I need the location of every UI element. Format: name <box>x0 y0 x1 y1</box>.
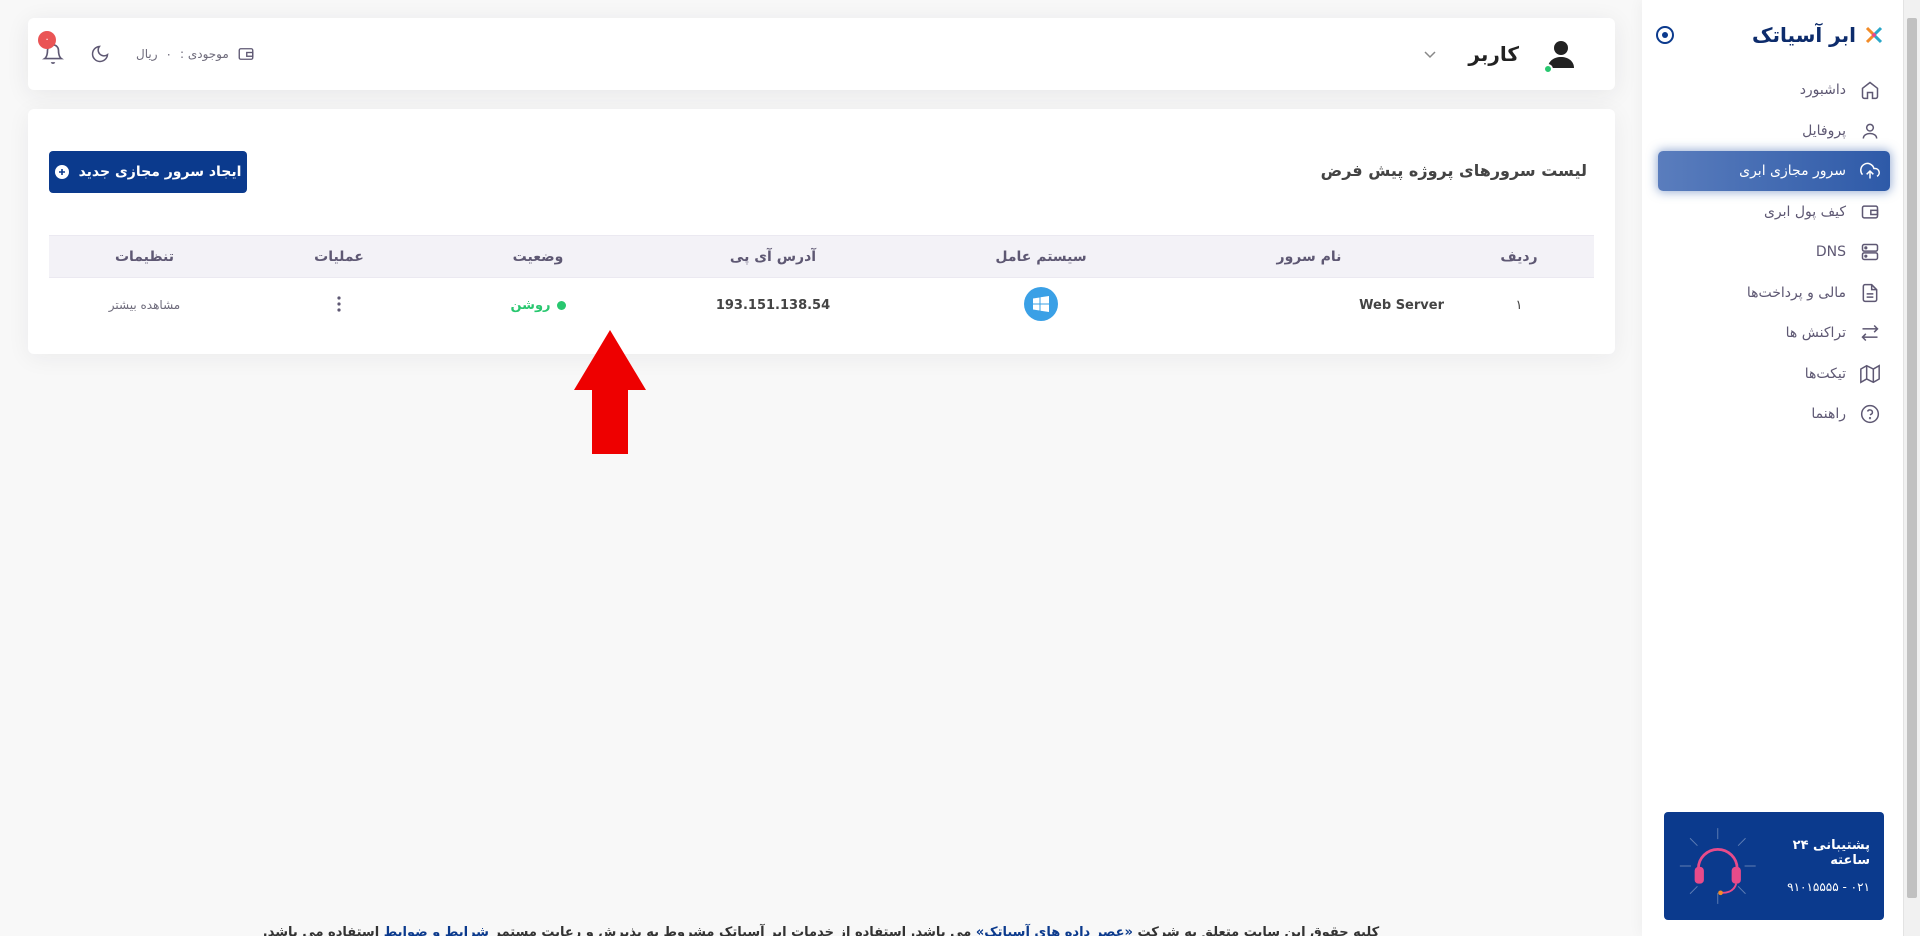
header-tools: موجودی : ۰ ریال ۰ <box>38 31 255 74</box>
chevron-down-icon[interactable] <box>1422 46 1438 62</box>
sidebar-item-label: داشبورد <box>1799 82 1846 98</box>
sidebar-item-label: تراکنش ها <box>1785 325 1846 341</box>
support-banner[interactable]: پشتیبانی ۲۴ ساعته ۰۲۱ - ۹۱۰۱۵۵۵۵ <box>1664 812 1884 920</box>
footer-text-3: استفاده می باشد. <box>262 925 380 936</box>
cell-os <box>908 278 1174 334</box>
wallet-icon <box>1861 204 1879 219</box>
wallet-icon <box>238 48 254 60</box>
notifications-button[interactable]: ۰ <box>38 31 64 65</box>
user-dropdown[interactable]: کاربر <box>1422 30 1581 78</box>
servers-card: لیست سرورهای پروژه پیش فرض ایجاد سرور مج… <box>28 109 1615 354</box>
sidebar-item-label: راهنما <box>1811 406 1846 422</box>
table-header-row: ردیف نام سرور سیستم عامل آدرس آی پی وضعی… <box>49 235 1594 278</box>
footer-terms-link[interactable]: شرایط و ضوابط <box>384 925 489 936</box>
balance-label: موجودی : <box>179 47 229 61</box>
sidebar-item-label: تیکت‌ها <box>1804 365 1846 382</box>
headset-icon <box>1679 828 1756 904</box>
home-icon <box>1861 81 1879 100</box>
view-more-link[interactable]: مشاهده بیشتر <box>109 298 180 312</box>
server-icon <box>1861 243 1879 261</box>
footer-text-1: کلیه حقوق این سایت متعلق به شرکت <box>1137 925 1380 936</box>
sidebar-item-label: DNS <box>1815 244 1846 260</box>
sidebar-item-label: مالی و پرداخت‌ها <box>1746 284 1846 301</box>
page-title: لیست سرورهای پروژه پیش فرض <box>1320 161 1587 180</box>
top-navbar: کاربر موجودی : ۰ ریال ۰ <box>28 18 1615 90</box>
sidebar-item-cloud-server[interactable]: سرور مجازی ابری <box>1658 151 1890 191</box>
col-status-header: وضعیت <box>438 235 638 278</box>
table-row[interactable]: ۱ Web Server 193.151.138.54 روشن مشاهده … <box>49 278 1594 334</box>
windows-icon <box>1024 286 1058 321</box>
sidebar-item-finance[interactable]: مالی و پرداخت‌ها <box>1658 273 1890 313</box>
sidebar-toggle-icon[interactable] <box>1654 24 1676 46</box>
cell-settings: مشاهده بیشتر <box>49 278 240 334</box>
sidebar-item-dashboard[interactable]: داشبورد <box>1658 70 1890 110</box>
create-server-label: ایجاد سرور مجازی جدید <box>78 164 242 180</box>
col-index-header: ردیف <box>1444 235 1594 278</box>
sidebar: ابر آسیاتک داشبورد پروفایل سرور مجازی اب… <box>1642 0 1920 936</box>
map-icon <box>1860 363 1880 384</box>
sidebar-item-transactions[interactable]: تراکنش ها <box>1658 313 1890 353</box>
brand: ابر آسیاتک <box>1654 18 1884 52</box>
avatar[interactable] <box>1541 34 1581 74</box>
user-name: کاربر <box>1468 42 1519 66</box>
col-operations-header: عملیات <box>240 235 438 278</box>
sidebar-item-label: پروفایل <box>1802 122 1846 139</box>
scrollbar-thumb[interactable] <box>1907 18 1917 898</box>
balance-value: ۰ <box>165 47 172 61</box>
status-badge: روشن <box>510 297 566 313</box>
cell-server-name: Web Server <box>1359 298 1444 314</box>
notification-badge: ۰ <box>38 31 56 49</box>
dark-mode-icon[interactable] <box>90 44 110 64</box>
support-text: پشتیبانی ۲۴ ساعته ۰۲۱ - ۹۱۰۱۵۵۵۵ <box>1758 838 1870 894</box>
col-ip-header: آدرس آی پی <box>638 235 908 278</box>
create-server-button[interactable]: ایجاد سرور مجازی جدید <box>49 151 247 193</box>
support-title: پشتیبانی ۲۴ ساعته <box>1792 838 1870 868</box>
cell-ip: 193.151.138.54 <box>715 298 831 314</box>
brand-logo-icon <box>1865 26 1883 44</box>
annotation-arrow-icon <box>574 330 646 454</box>
scrollbar[interactable] <box>1903 0 1920 936</box>
cloud-upload-icon <box>1860 162 1880 179</box>
online-status-dot <box>1543 64 1553 74</box>
brand-name: ابر آسیاتک <box>1752 23 1856 47</box>
footer: کلیه حقوق این سایت متعلق به شرکت «عصر دا… <box>0 925 1642 936</box>
brand-link[interactable]: ابر آسیاتک <box>1752 23 1884 47</box>
cell-status: روشن <box>438 278 638 334</box>
support-phone: ۰۲۱ - ۹۱۰۱۵۵۵۵ <box>1787 880 1870 894</box>
status-dot <box>556 300 566 310</box>
col-name-header: نام سرور <box>1174 235 1444 278</box>
cell-operations <box>240 278 438 334</box>
status-label: روشن <box>510 297 551 313</box>
sidebar-item-label: کیف پول ابری <box>1763 203 1846 220</box>
sidebar-item-help[interactable]: راهنما <box>1658 394 1890 434</box>
balance-unit: ریال <box>136 47 158 61</box>
sidebar-menu: داشبورد پروفایل سرور مجازی ابری کیف پول … <box>1658 70 1890 435</box>
sidebar-item-label: سرور مجازی ابری <box>1739 163 1846 179</box>
user-icon <box>1862 123 1878 139</box>
footer-company-link[interactable]: «عصر داده های آسیاتک» <box>976 925 1133 936</box>
servers-table: ردیف نام سرور سیستم عامل آدرس آی پی وضعی… <box>49 235 1594 334</box>
plus-circle-icon <box>54 165 69 179</box>
sidebar-item-dns[interactable]: DNS <box>1658 232 1890 272</box>
col-os-header: سیستم عامل <box>908 235 1174 278</box>
footer-text-2: می باشد. استفاده از خدمات ابر آسیاتک مشر… <box>493 925 972 936</box>
sidebar-item-wallet[interactable]: کیف پول ابری <box>1658 192 1890 232</box>
help-circle-icon <box>1860 404 1880 424</box>
repeat-icon <box>1861 324 1879 342</box>
balance-display[interactable]: موجودی : ۰ ریال <box>136 45 255 63</box>
more-vertical-icon[interactable] <box>329 294 349 314</box>
file-text-icon <box>1862 283 1878 302</box>
sidebar-item-tickets[interactable]: تیکت‌ها <box>1658 354 1890 394</box>
cell-index: ۱ <box>1515 298 1523 314</box>
col-settings-header: تنظیمات <box>49 235 240 278</box>
sidebar-item-profile[interactable]: پروفایل <box>1658 111 1890 151</box>
